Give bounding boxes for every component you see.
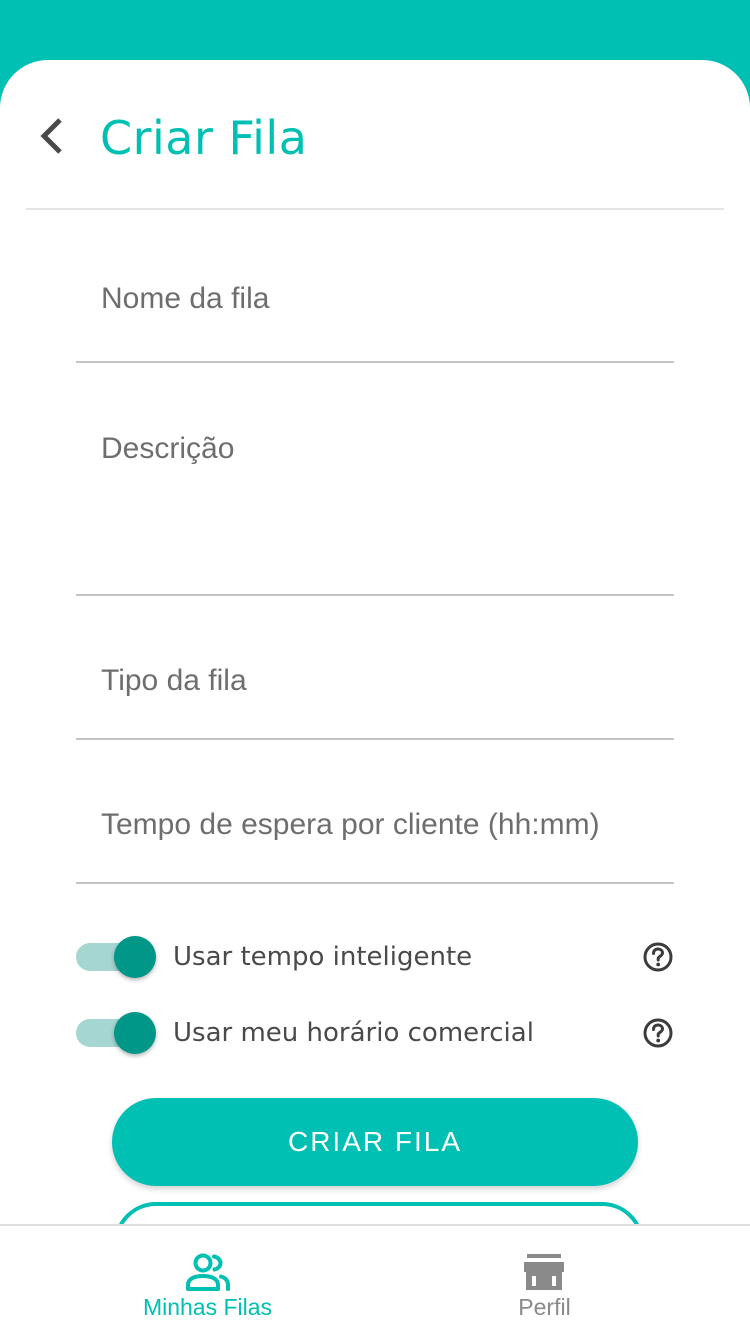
help-circle-icon[interactable]: [642, 941, 674, 973]
queue-type-field[interactable]: Tipo da fila: [76, 596, 674, 740]
nav-label-perfil: Perfil: [518, 1294, 571, 1320]
nav-label-minhas-filas: Minhas Filas: [142, 1294, 273, 1320]
nav-item-perfil[interactable]: Perfil: [357, 1226, 732, 1334]
description-label: Descrição: [101, 432, 235, 465]
back-button[interactable]: [28, 108, 74, 164]
page-header: Criar Fila: [0, 60, 750, 210]
queue-name-label: Nome da fila: [101, 282, 270, 315]
business-hours-switch[interactable]: [76, 1008, 158, 1058]
page-title: Criar Fila: [100, 111, 308, 165]
people-icon: [186, 1253, 230, 1291]
smart-time-label: Usar tempo inteligente: [173, 942, 473, 972]
create-queue-button[interactable]: CRIAR FILA: [112, 1098, 638, 1186]
smart-time-switch[interactable]: [76, 932, 158, 982]
description-field[interactable]: Descrição: [76, 363, 674, 596]
wait-time-field[interactable]: Tempo de espera por cliente (hh:mm): [76, 740, 674, 884]
smart-time-row: Usar tempo inteligente: [76, 932, 674, 982]
help-circle-icon[interactable]: [642, 1017, 674, 1049]
business-hours-row: Usar meu horário comercial: [76, 1008, 674, 1058]
queue-type-label: Tipo da fila: [101, 664, 247, 697]
store-icon: [524, 1254, 564, 1290]
bottom-nav: Minhas Filas Perfil: [0, 1224, 750, 1334]
business-hours-label: Usar meu horário comercial: [173, 1018, 534, 1048]
nav-item-minhas-filas[interactable]: Minhas Filas: [20, 1226, 395, 1334]
switch-thumb: [114, 1012, 156, 1054]
queue-name-field[interactable]: Nome da fila: [76, 210, 674, 363]
wait-time-label: Tempo de espera por cliente (hh:mm): [101, 808, 600, 841]
screen: Criar Fila Nome da fila Descrição Tipo d…: [0, 0, 750, 1334]
chevron-left-icon: [40, 118, 62, 154]
main-card: Criar Fila Nome da fila Descrição Tipo d…: [0, 60, 750, 1334]
switch-thumb: [114, 936, 156, 978]
